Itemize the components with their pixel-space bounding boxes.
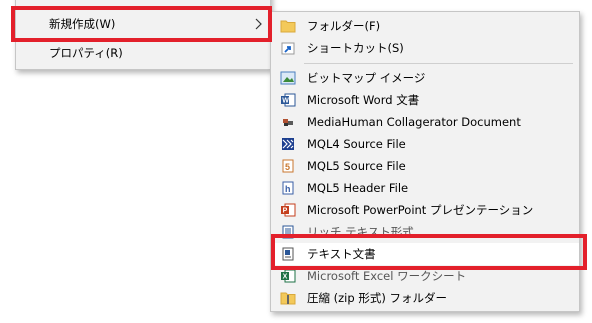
highlight-box-text-document <box>271 234 587 270</box>
submenu-item-label: MediaHuman Collagerator Document <box>307 115 521 129</box>
mql5-source-icon: 5 <box>282 159 294 173</box>
submenu-item-label: MQL5 Source File <box>307 159 406 173</box>
submenu-item-zip-folder[interactable]: 圧縮 (zip 形式) フォルダー <box>271 287 579 309</box>
highlight-box-new <box>11 6 272 42</box>
svg-text:W: W <box>282 98 289 105</box>
bitmap-image-icon <box>280 71 296 85</box>
submenu-item-label: Microsoft PowerPoint プレゼンテーション <box>307 203 534 217</box>
submenu-item-label: フォルダー(F) <box>307 19 381 33</box>
submenu-item-shortcut[interactable]: ショートカット(S) <box>271 37 579 59</box>
menu-item-properties[interactable]: プロパティ(R) <box>16 42 270 64</box>
submenu-item-folder[interactable]: フォルダー(F) <box>271 15 579 37</box>
menu-item-properties-label: プロパティ(R) <box>49 46 123 60</box>
submenu-item-word[interactable]: W Microsoft Word 文書 <box>271 89 579 111</box>
submenu-item-label: ショートカット(S) <box>307 41 404 55</box>
submenu-item-bitmap[interactable]: ビットマップ イメージ <box>271 67 579 89</box>
submenu-item-label: Microsoft Word 文書 <box>307 93 420 107</box>
powerpoint-icon: P <box>281 203 296 217</box>
svg-text:P: P <box>283 208 288 215</box>
menu-separator <box>304 63 573 64</box>
svg-text:5: 5 <box>285 162 290 172</box>
submenu-item-label: ビットマップ イメージ <box>307 71 426 85</box>
submenu-item-mql5-source[interactable]: 5 MQL5 Source File <box>271 155 579 177</box>
zip-folder-icon <box>280 292 296 305</box>
folder-icon <box>280 20 296 33</box>
svg-text:h: h <box>285 184 291 194</box>
mql4-source-icon <box>282 138 294 150</box>
submenu-item-mql5-header[interactable]: h MQL5 Header File <box>271 177 579 199</box>
excel-icon: X <box>281 269 296 283</box>
collagerator-icon <box>283 119 293 126</box>
submenu-item-powerpoint[interactable]: P Microsoft PowerPoint プレゼンテーション <box>271 199 579 221</box>
submenu-item-label: 圧縮 (zip 形式) フォルダー <box>307 291 447 305</box>
submenu-item-collagerator[interactable]: MediaHuman Collagerator Document <box>271 111 579 133</box>
submenu-item-mql4[interactable]: MQL4 Source File <box>271 133 579 155</box>
word-document-icon: W <box>281 93 296 107</box>
submenu-item-label: MQL5 Header File <box>307 181 409 195</box>
submenu-item-label: MQL4 Source File <box>307 137 406 151</box>
svg-text:X: X <box>283 274 288 281</box>
shortcut-icon <box>281 42 295 55</box>
mql5-header-icon: h <box>282 181 294 195</box>
